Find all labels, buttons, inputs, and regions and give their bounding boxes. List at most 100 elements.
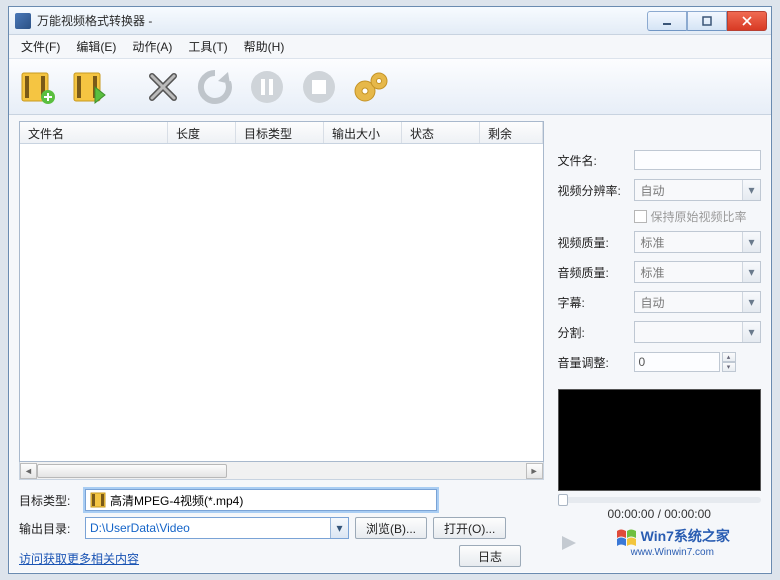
toolbar bbox=[9, 59, 771, 115]
log-button[interactable]: 日志 bbox=[459, 545, 521, 567]
play-icon bbox=[558, 533, 578, 553]
close-button[interactable] bbox=[727, 11, 767, 31]
output-dir-value: D:\UserData\Video bbox=[90, 521, 190, 535]
split-select[interactable]: ▾ bbox=[634, 321, 761, 343]
resolution-label: 视频分辨率: bbox=[558, 182, 628, 199]
add-folder-icon bbox=[71, 69, 107, 105]
keep-ratio-label: 保持原始视频比率 bbox=[651, 208, 747, 225]
col-status[interactable]: 状态 bbox=[402, 122, 480, 143]
menu-file[interactable]: 文件(F) bbox=[15, 36, 66, 57]
video-quality-select[interactable]: 标准 ▾ bbox=[634, 231, 761, 253]
col-length[interactable]: 长度 bbox=[168, 122, 236, 143]
brand-line2: www.Winwin7.com bbox=[631, 547, 714, 558]
windows-logo-icon bbox=[615, 527, 639, 547]
output-dir-combo[interactable]: D:\UserData\Video ▾ bbox=[85, 517, 349, 539]
scroll-left-button[interactable]: ◄ bbox=[20, 463, 37, 479]
audio-quality-label: 音频质量: bbox=[558, 264, 628, 281]
dropdown-icon: ▾ bbox=[330, 518, 348, 538]
filename-input[interactable] bbox=[634, 150, 761, 170]
col-filename[interactable]: 文件名 bbox=[20, 122, 168, 143]
volume-value: 0 bbox=[639, 355, 646, 369]
remove-button[interactable] bbox=[143, 67, 183, 107]
minimize-icon bbox=[662, 16, 672, 26]
minimize-button[interactable] bbox=[647, 11, 687, 31]
list-hscrollbar[interactable]: ◄ ► bbox=[19, 462, 544, 480]
window-buttons bbox=[647, 11, 767, 31]
seek-knob[interactable] bbox=[558, 494, 568, 506]
branding: Win7系统之家 www.Winwin7.com bbox=[584, 527, 761, 558]
maximize-button[interactable] bbox=[687, 11, 727, 31]
bottom-fields: 目标类型: 高清MPEG-4视频(*.mp4) 输出目录: D:\UserDat… bbox=[9, 480, 544, 546]
scroll-right-button[interactable]: ► bbox=[526, 463, 543, 479]
keep-ratio-checkbox[interactable] bbox=[634, 210, 647, 223]
menu-action[interactable]: 动作(A) bbox=[126, 36, 178, 57]
audio-quality-select[interactable]: 标准 ▾ bbox=[634, 261, 761, 283]
titlebar: 万能视频格式转换器 - bbox=[9, 7, 771, 35]
playback-time: 00:00:00 / 00:00:00 bbox=[558, 507, 761, 521]
video-quality-label: 视频质量: bbox=[558, 234, 628, 251]
right-pane: 文件名: 视频分辨率: 自动 ▾ 保持原始视频比率 视频质量: 标准 ▾ 音频质量:… bbox=[544, 117, 771, 573]
volume-down-button[interactable]: ▾ bbox=[722, 362, 736, 372]
stop-icon bbox=[301, 69, 337, 105]
volume-spinner: ▴ ▾ bbox=[722, 352, 736, 372]
app-window: 万能视频格式转换器 - 文件(F) 编辑(E) 动作(A) 工具(T) 帮助(H… bbox=[8, 6, 772, 574]
dropdown-icon: ▾ bbox=[742, 292, 760, 312]
app-icon bbox=[15, 13, 31, 29]
scroll-thumb[interactable] bbox=[37, 464, 227, 478]
dropdown-icon: ▾ bbox=[742, 262, 760, 282]
dropdown-icon: ▾ bbox=[742, 322, 760, 342]
add-file-button[interactable] bbox=[17, 67, 57, 107]
video-quality-value: 标准 bbox=[641, 234, 665, 251]
volume-up-button[interactable]: ▴ bbox=[722, 352, 736, 362]
volume-label: 音量调整: bbox=[558, 354, 628, 371]
volume-input[interactable]: 0 bbox=[634, 352, 720, 372]
video-preview[interactable] bbox=[558, 389, 761, 491]
target-type-combo[interactable]: 高清MPEG-4视频(*.mp4) bbox=[85, 489, 437, 511]
seek-bar[interactable] bbox=[558, 497, 761, 503]
menubar: 文件(F) 编辑(E) 动作(A) 工具(T) 帮助(H) bbox=[9, 35, 771, 59]
settings-icon bbox=[351, 69, 391, 105]
add-folder-button[interactable] bbox=[69, 67, 109, 107]
split-label: 分割: bbox=[558, 324, 628, 341]
body-area: 文件名 长度 目标类型 输出大小 状态 剩余 ◄ ► 目标类型: bbox=[9, 117, 771, 573]
stop-button[interactable] bbox=[299, 67, 339, 107]
pause-button[interactable] bbox=[247, 67, 287, 107]
pause-icon bbox=[249, 69, 285, 105]
col-target[interactable]: 目标类型 bbox=[236, 122, 324, 143]
settings-button[interactable] bbox=[351, 67, 391, 107]
brand-line1: Win7系统之家 bbox=[641, 529, 730, 544]
scroll-track[interactable] bbox=[37, 463, 526, 479]
open-button[interactable]: 打开(O)... bbox=[433, 517, 506, 539]
dropdown-icon: ▾ bbox=[742, 232, 760, 252]
menu-help[interactable]: 帮助(H) bbox=[238, 36, 291, 57]
audio-quality-value: 标准 bbox=[641, 264, 665, 281]
list-body[interactable] bbox=[20, 144, 543, 461]
filename-label: 文件名: bbox=[558, 152, 628, 169]
maximize-icon bbox=[702, 16, 712, 26]
add-file-icon bbox=[19, 69, 55, 105]
dropdown-icon: ▾ bbox=[742, 180, 760, 200]
resolution-select[interactable]: 自动 ▾ bbox=[634, 179, 761, 201]
convert-button[interactable] bbox=[195, 67, 235, 107]
subtitle-label: 字幕: bbox=[558, 294, 628, 311]
window-title: 万能视频格式转换器 - bbox=[37, 12, 647, 29]
film-icon bbox=[90, 492, 106, 508]
browse-button[interactable]: 浏览(B)... bbox=[355, 517, 427, 539]
target-type-value: 高清MPEG-4视频(*.mp4) bbox=[110, 492, 243, 509]
resolution-value: 自动 bbox=[641, 182, 665, 199]
list-header: 文件名 长度 目标类型 输出大小 状态 剩余 bbox=[20, 122, 543, 144]
output-dir-label: 输出目录: bbox=[19, 520, 79, 537]
file-list[interactable]: 文件名 长度 目标类型 输出大小 状态 剩余 bbox=[19, 121, 544, 462]
col-remain[interactable]: 剩余 bbox=[480, 122, 543, 143]
subtitle-value: 自动 bbox=[641, 294, 665, 311]
left-pane: 文件名 长度 目标类型 输出大小 状态 剩余 ◄ ► 目标类型: bbox=[9, 117, 544, 573]
play-button[interactable] bbox=[558, 533, 578, 553]
subtitle-select[interactable]: 自动 ▾ bbox=[634, 291, 761, 313]
col-outsize[interactable]: 输出大小 bbox=[324, 122, 402, 143]
menu-tools[interactable]: 工具(T) bbox=[182, 36, 233, 57]
menu-edit[interactable]: 编辑(E) bbox=[70, 36, 122, 57]
close-icon bbox=[742, 16, 752, 26]
target-type-label: 目标类型: bbox=[19, 492, 79, 509]
remove-icon bbox=[146, 70, 180, 104]
convert-icon bbox=[197, 69, 233, 105]
